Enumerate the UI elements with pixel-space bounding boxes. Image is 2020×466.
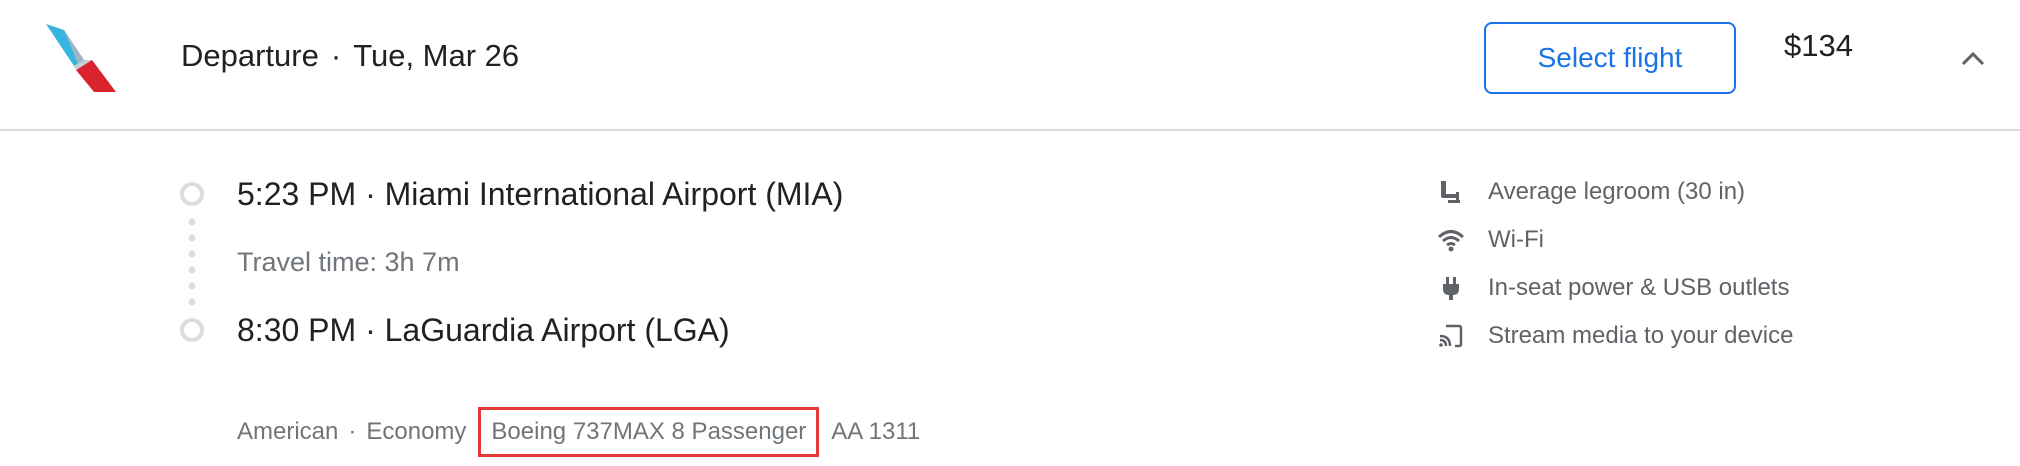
itinerary-timeline bbox=[180, 182, 204, 342]
amenity-legroom: Average legroom (30 in) bbox=[1436, 168, 1793, 216]
aircraft-type: Boeing 737MAX 8 Passenger bbox=[478, 407, 820, 457]
seat-icon bbox=[1436, 177, 1466, 207]
departure-info: 5:23 PM · Miami International Airport (M… bbox=[237, 176, 844, 212]
arrival-dot bbox=[180, 318, 204, 342]
amenity-wifi: Wi-Fi bbox=[1436, 216, 1793, 264]
departure-date: Tue, Mar 26 bbox=[353, 38, 520, 73]
travel-time: Travel time: 3h 7m bbox=[237, 247, 460, 277]
select-flight-button[interactable]: Select flight bbox=[1484, 22, 1736, 94]
cast-icon bbox=[1436, 321, 1466, 351]
american-airlines-logo bbox=[46, 24, 116, 92]
flight-header: Departure · Tue, Mar 26 Select flight $134 bbox=[0, 0, 2020, 131]
arrival-info: 8:30 PM · LaGuardia Airport (LGA) bbox=[237, 312, 730, 348]
cabin-class: Economy bbox=[366, 418, 467, 445]
amenity-label: Wi-Fi bbox=[1488, 226, 1544, 253]
flight-price: $134 bbox=[1784, 28, 1853, 63]
details-separator: · bbox=[348, 418, 357, 445]
wifi-icon bbox=[1436, 225, 1466, 255]
departure-dot bbox=[180, 182, 204, 206]
header-title: Departure · Tue, Mar 26 bbox=[181, 38, 519, 74]
amenity-label: In-seat power & USB outlets bbox=[1488, 274, 1790, 301]
amenity-stream: Stream media to your device bbox=[1436, 312, 1793, 360]
amenities-list: Average legroom (30 in) Wi-Fi In-seat po… bbox=[1436, 168, 1793, 360]
chevron-up-icon[interactable] bbox=[1960, 48, 1986, 68]
amenity-label: Average legroom (30 in) bbox=[1488, 178, 1746, 205]
flight-details: American · Economy Boeing 737MAX 8 Passe… bbox=[237, 407, 920, 457]
flight-number: AA 1311 bbox=[831, 418, 921, 445]
amenity-label: Stream media to your device bbox=[1488, 322, 1794, 349]
departure-label: Departure bbox=[181, 38, 319, 73]
title-separator: · bbox=[330, 38, 342, 73]
airline-name: American bbox=[237, 418, 339, 445]
amenity-power: In-seat power & USB outlets bbox=[1436, 264, 1793, 312]
power-plug-icon bbox=[1436, 273, 1466, 303]
